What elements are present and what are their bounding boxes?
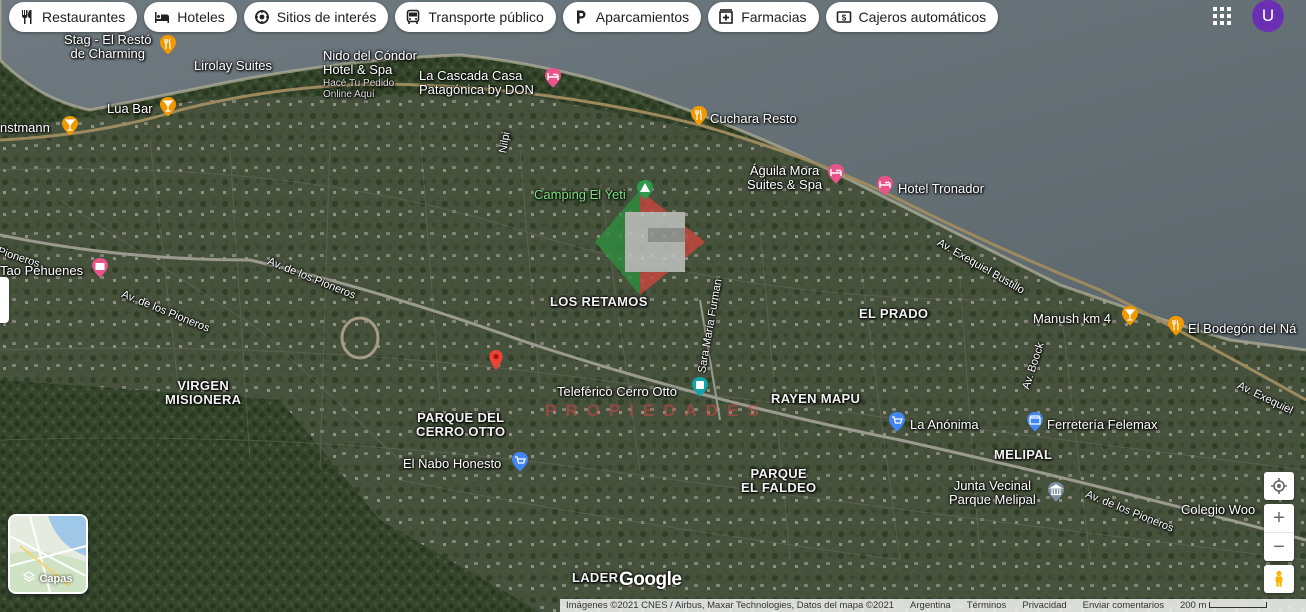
atm-icon: $ [836,9,852,25]
camera-icon [254,9,270,25]
chip-label: Transporte público [428,9,544,25]
chip-label: Restaurantes [42,9,126,25]
map-footer: Imágenes ©2021 CNES / Airbus, Maxar Tech… [560,599,1306,612]
minus-icon: − [1273,535,1285,558]
area-label-parque-cerro-otto: PARQUE DEL CERRO OTTO [416,410,506,439]
place-label-tao[interactable]: Tao Pehuenes [0,264,83,278]
area-label-melipal: MELIPAL [994,447,1053,462]
area-label-virgen-misionera: VIRGEN MISIONERA [165,378,242,407]
place-label-anonima[interactable]: La Anónima [910,418,979,432]
campground-pin-icon[interactable] [635,180,655,200]
parking-icon [573,9,589,25]
chip-restaurants[interactable]: Restaurantes [9,2,138,32]
area-label-el-prado: EL PRADO [859,306,929,321]
privacy-link[interactable]: Privacidad [1022,600,1066,611]
zoom-in-button[interactable]: + [1264,504,1294,533]
hotel-pin-icon[interactable] [543,68,563,88]
layers-icon [23,571,36,586]
chip-label: Sitios de interés [276,9,377,25]
bus-icon [405,9,421,25]
chip-label: Farmacias [741,9,807,25]
satellite-map[interactable] [0,0,1306,612]
area-label-ladera: LADER [572,570,619,585]
area-label-los-retamos: LOS RETAMOS [550,294,648,309]
place-label-aguila[interactable]: Águila Mora Suites & Spa [747,164,822,192]
layers-button[interactable]: Capas [8,514,88,594]
shopping-pin-icon[interactable] [510,452,530,472]
bar-pin-icon[interactable] [1120,306,1140,326]
zoom-out-button[interactable]: − [1264,533,1294,561]
place-label-ferreteria[interactable]: Ferretería Felemax [1047,418,1158,432]
side-panel-toggle[interactable] [0,277,9,323]
pegman-icon [1264,565,1294,593]
google-logo: Google [619,569,682,590]
place-label-nido[interactable]: Nido del Cóndor Hotel & Spa [323,49,417,77]
place-label-bodegon[interactable]: El Bodegón del Ná [1188,322,1296,336]
place-label-tronador[interactable]: Hotel Tronador [898,182,984,196]
svg-text:$: $ [841,14,846,23]
place-label-teleferico[interactable]: Teleférico Cerro Otto [557,385,677,399]
my-location-icon [1264,472,1294,500]
fork-knife-icon [19,9,35,25]
chip-sights[interactable]: Sitios de interés [243,2,389,32]
selected-location-marker-icon[interactable] [486,350,512,386]
place-label-lirolay[interactable]: Lirolay Suites [194,59,272,73]
area-label-rayen-mapu: RAYEN MAPU [771,391,861,406]
chip-label: Hoteles [177,9,225,25]
country-link[interactable]: Argentina [910,600,951,611]
transit-pin-icon[interactable] [690,377,710,397]
place-label-luabar[interactable]: Lua Bar [107,102,153,116]
bed-icon [154,9,170,25]
apps-grid-icon[interactable] [1213,7,1231,25]
shopping-pin-icon[interactable] [887,412,907,432]
chip-atms[interactable]: $ Cajeros automáticos [825,2,999,32]
bar-pin-icon[interactable] [60,116,80,136]
imagery-attribution: Imágenes ©2021 CNES / Airbus, Maxar Tech… [566,600,895,611]
scale-bar [1209,602,1268,609]
place-label-nabo[interactable]: El Nabo Honesto [403,457,501,471]
area-label-parque-el-faldeo: PARQUE EL FALDEO [741,466,817,495]
category-chips: Restaurantes Hoteles Sitios de interés T… [9,2,999,32]
place-label-stag[interactable]: Stag - El Restó de Charming [64,33,151,61]
restaurant-pin-icon[interactable] [158,35,178,55]
my-location-button[interactable] [1264,472,1294,500]
hotel-pin-icon[interactable] [875,176,895,196]
chip-pharmacies[interactable]: Farmacias [708,2,819,32]
terms-link[interactable]: Términos [967,600,1007,611]
plus-icon: + [1273,506,1285,529]
chip-transit[interactable]: Transporte público [395,2,556,32]
place-label-camping[interactable]: Camping El Yeti [534,188,626,202]
place-label-colegio[interactable]: Colegio Woo [1181,503,1255,517]
place-label-junta[interactable]: Junta Vecinal Parque Melipal [949,479,1036,507]
hotel-pin-icon[interactable] [826,164,846,184]
zoom-controls: + − [1264,504,1294,561]
chip-parking[interactable]: Aparcamientos [562,2,702,32]
civic-building-pin-icon[interactable] [1046,482,1066,502]
chip-label: Aparcamientos [595,9,690,25]
feedback-link[interactable]: Enviar comentarios [1083,600,1164,611]
layers-caption: Capas [10,571,86,586]
pharmacy-icon [718,9,734,25]
restaurant-pin-icon[interactable] [689,106,709,126]
street-view-pegman[interactable] [1264,565,1294,593]
chip-label: Cajeros automáticos [858,9,987,25]
store-pin-icon[interactable] [1025,412,1045,432]
scale-label: 200 m [1179,600,1207,611]
restaurant-pin-icon[interactable] [1166,316,1186,336]
watermark-text: PROPIEDADES [545,401,768,420]
place-label-anstmann[interactable]: nstmann [0,121,50,135]
account-avatar[interactable]: U [1252,0,1284,32]
place-label-manush[interactable]: Manush km 4 [1033,312,1111,326]
chip-hotels[interactable]: Hoteles [144,2,237,32]
place-label-cascada[interactable]: La Cascada Casa Patagónica by DON [419,69,534,97]
cafe-pin-icon[interactable] [90,258,110,278]
place-sublabel-nido: Hacé Tu Pedido Online Aquí [323,78,395,100]
place-label-cuchara[interactable]: Cuchara Resto [710,112,797,126]
layers-label: Capas [39,572,73,585]
bar-pin-icon[interactable] [158,97,178,117]
scale-control[interactable]: 200 m [1179,600,1268,611]
